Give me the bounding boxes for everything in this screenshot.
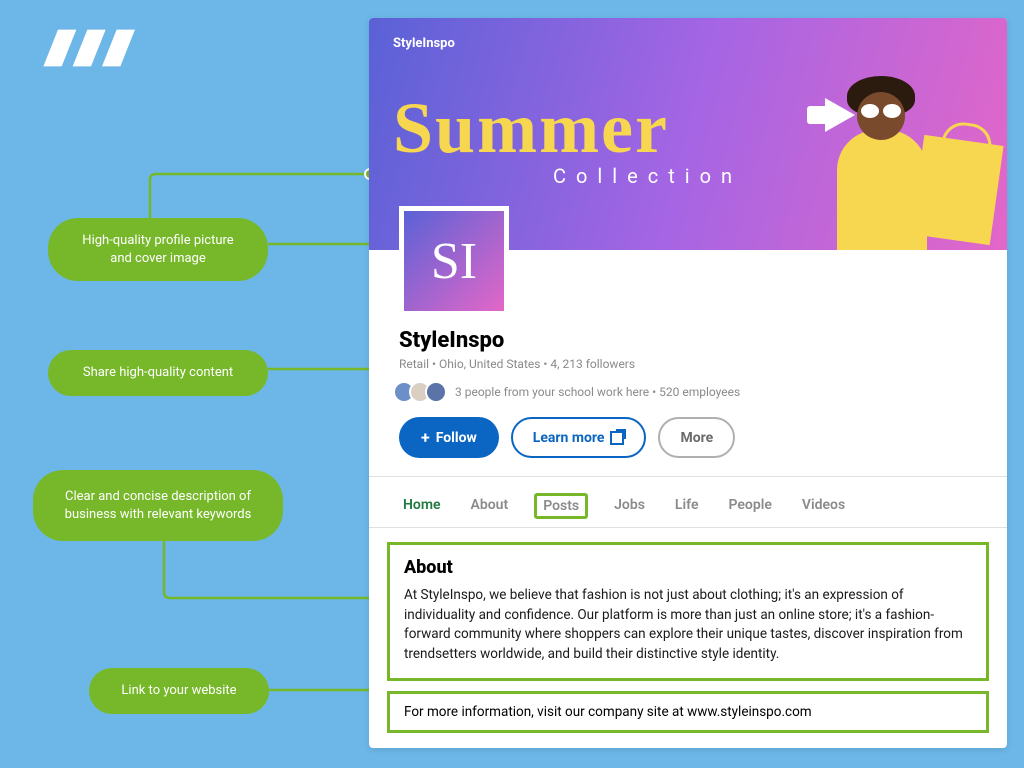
external-link-icon: [610, 431, 624, 445]
people-text: 3 people from your school work here • 52…: [455, 385, 740, 399]
plus-icon: [421, 428, 430, 447]
tab-posts[interactable]: Posts: [534, 493, 588, 519]
tab-jobs[interactable]: Jobs: [610, 493, 649, 519]
tab-home[interactable]: Home: [399, 493, 445, 519]
about-heading: About: [404, 557, 972, 578]
brand-logo-icon: [36, 28, 146, 72]
mini-avatars: [399, 381, 447, 403]
annotation-website-link: Link to your website: [89, 668, 269, 714]
page-title: StyleInspo: [399, 328, 977, 353]
avatar-initials: SI: [431, 232, 477, 291]
tab-people[interactable]: People: [724, 493, 775, 519]
annotation-profile-image: High-quality profile picture and cover i…: [48, 218, 268, 281]
people-row: 3 people from your school work here • 52…: [399, 381, 977, 403]
tab-about[interactable]: About: [467, 493, 513, 519]
profile-avatar: SI: [399, 206, 509, 316]
annotation-share-content: Share high-quality content: [48, 350, 268, 396]
annotation-description: Clear and concise description of busines…: [33, 470, 283, 541]
cover-person-illustration: [787, 70, 987, 250]
linkedin-profile-card: StyleInspo Summer Collection SI StyleIns…: [369, 18, 1007, 748]
page-meta: Retail • Ohio, United States • 4, 213 fo…: [399, 357, 977, 371]
tab-videos[interactable]: Videos: [798, 493, 849, 519]
about-body: At StyleInspo, we believe that fashion i…: [404, 586, 972, 664]
website-link-box[interactable]: For more information, visit our company …: [387, 691, 989, 733]
learn-more-label: Learn more: [533, 430, 605, 446]
cover-brand: StyleInspo: [393, 36, 983, 51]
profile-tabs: Home About Posts Jobs Life People Videos: [369, 476, 1007, 528]
follow-label: Follow: [436, 430, 477, 446]
follow-button[interactable]: Follow: [399, 417, 499, 458]
more-label: More: [680, 430, 713, 446]
learn-more-button[interactable]: Learn more: [511, 417, 647, 458]
tab-life[interactable]: Life: [671, 493, 703, 519]
more-button[interactable]: More: [658, 417, 735, 458]
about-section: About At StyleInspo, we believe that fas…: [387, 542, 989, 681]
